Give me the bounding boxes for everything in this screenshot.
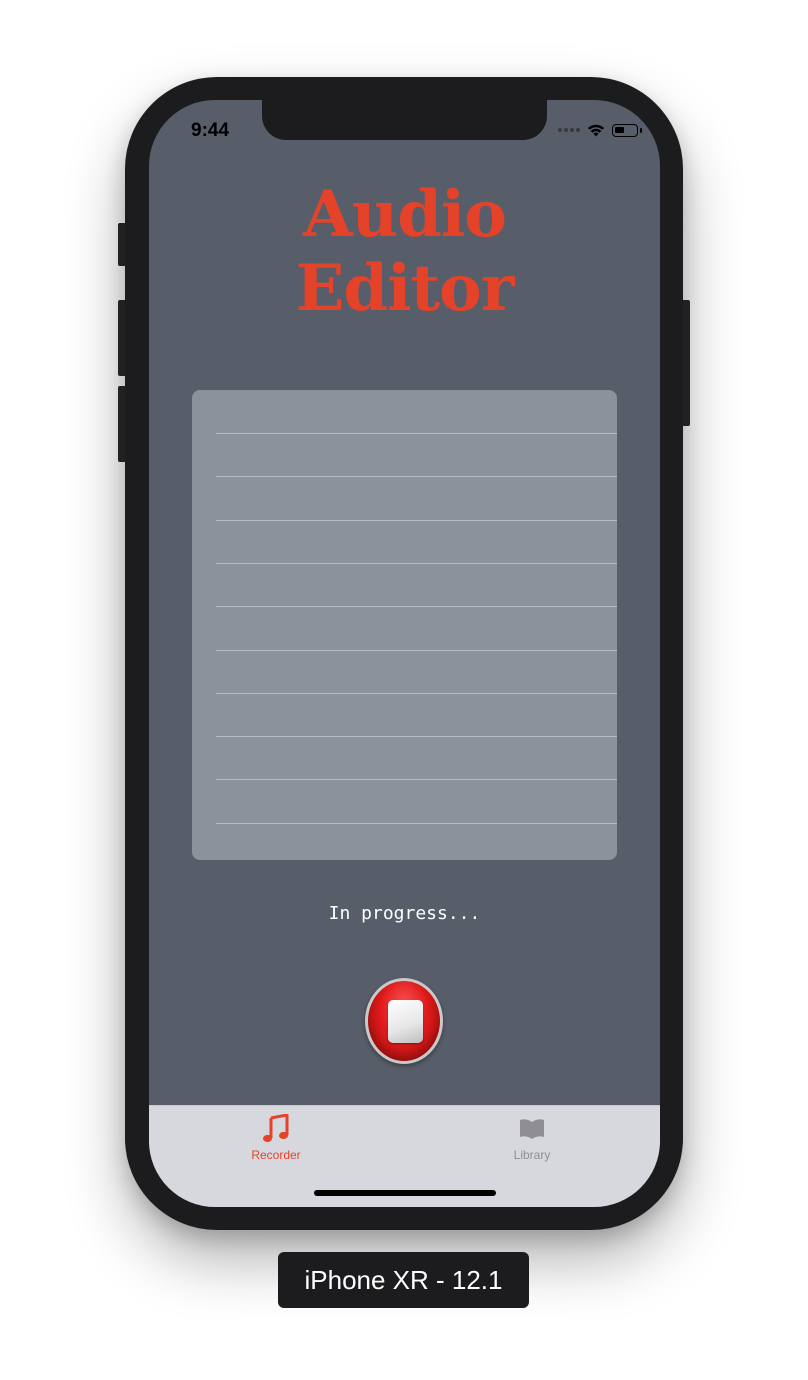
list-row-separator: [216, 649, 617, 651]
notch: [262, 100, 547, 140]
status-icons: [558, 122, 642, 138]
wifi-icon: [588, 124, 604, 137]
list-row-separator: [216, 736, 617, 738]
list-row-separator: [216, 562, 617, 564]
list-row-separator: [216, 692, 617, 694]
tab-library-label: Library: [513, 1148, 551, 1162]
tab-recorder-label: Recorder: [251, 1148, 301, 1162]
list-row-separator: [216, 779, 617, 781]
recording-status: In progress...: [328, 903, 481, 924]
simulator-stage: 9:44 Audio Editor In progress... Recorde…: [0, 0, 808, 1380]
recordings-list[interactable]: [192, 390, 617, 860]
app-title-line2: Editor: [295, 251, 515, 326]
list-row-separator: [216, 433, 617, 434]
battery-icon: [612, 123, 642, 137]
list-row-separator: [216, 519, 617, 521]
power-button: [682, 300, 690, 426]
home-indicator[interactable]: [314, 1190, 496, 1196]
stop-recording-button[interactable]: [365, 978, 443, 1064]
list-row-separator: [216, 822, 617, 824]
status-time: 9:44: [191, 120, 230, 141]
app-title: Audio Editor: [149, 178, 660, 326]
book-icon: [520, 1119, 544, 1139]
device-caption: iPhone XR - 12.1: [278, 1252, 529, 1308]
tab-recorder[interactable]: Recorder: [211, 1112, 341, 1162]
signal-dots-icon: [558, 128, 580, 132]
stop-icon: [388, 1000, 423, 1043]
list-row-separator: [216, 476, 617, 478]
list-row-separator: [216, 606, 617, 608]
tab-library[interactable]: Library: [467, 1112, 597, 1162]
phone-screen: 9:44 Audio Editor In progress... Recorde…: [149, 100, 660, 1207]
app-title-line1: Audio: [303, 177, 507, 252]
music-note-icon: [263, 1114, 289, 1143]
